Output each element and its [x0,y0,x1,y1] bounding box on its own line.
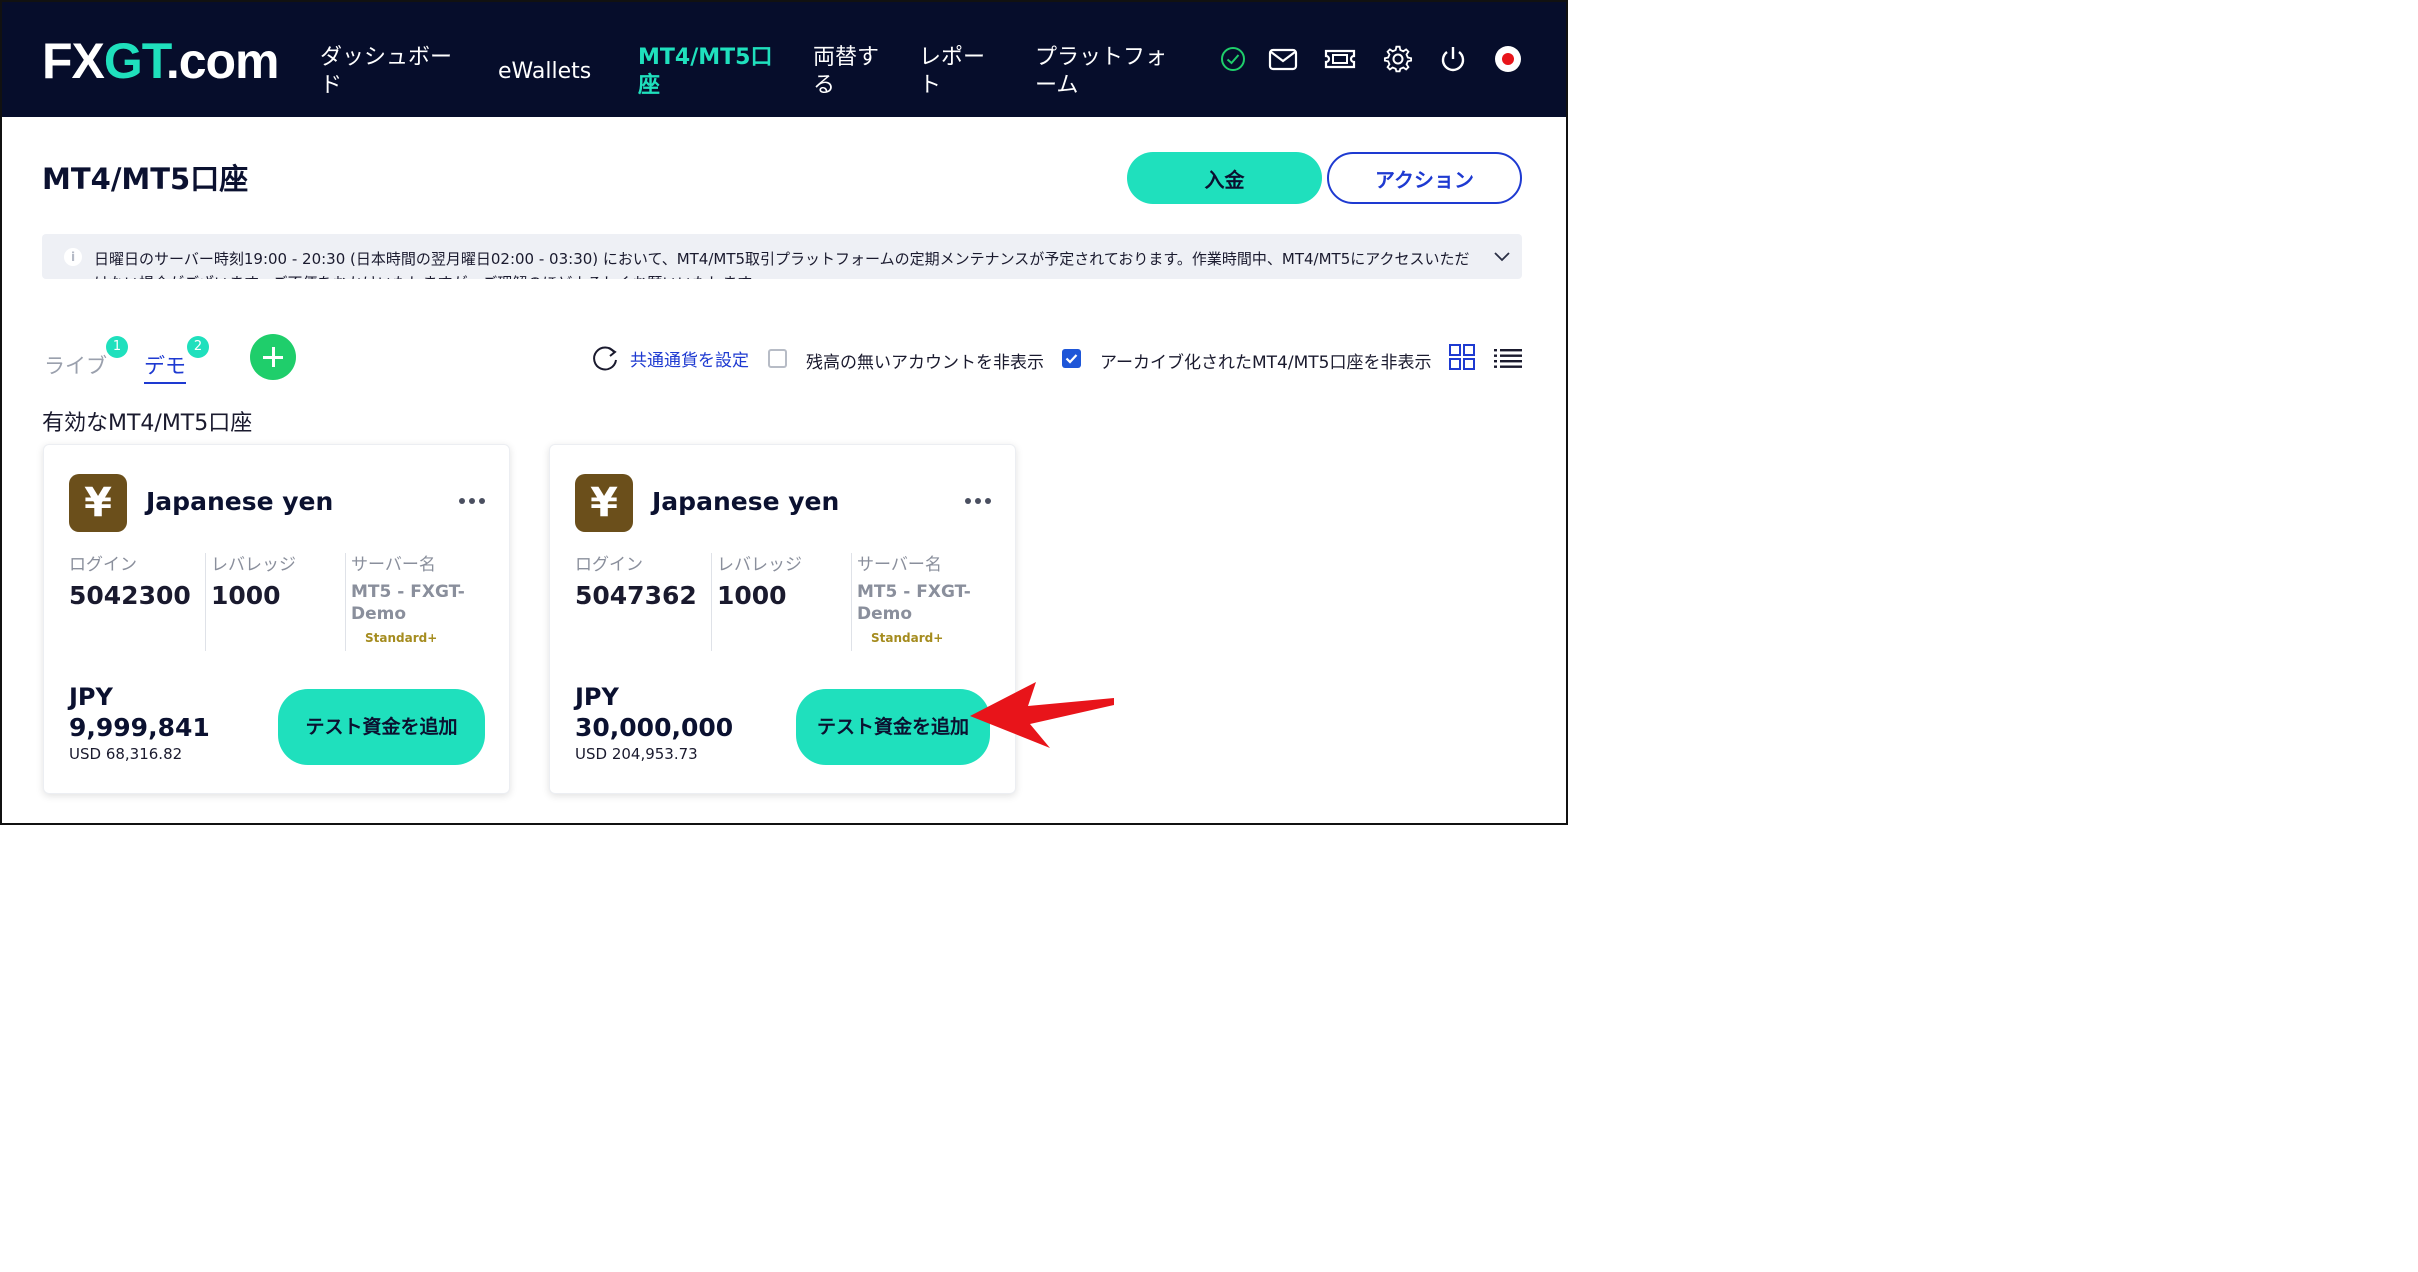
login-label: ログイン [575,555,643,575]
leverage-label: レバレッジ [717,555,802,575]
login-column: ログイン 5047362 [575,553,697,612]
leverage-column: レバレッジ 1000 [211,553,296,612]
leverage-column: レバレッジ 1000 [717,553,802,612]
hide-archived-label: アーカイブ化されたMT4/MT5口座を非表示 [1100,353,1432,373]
add-test-funds-button[interactable]: テスト資金を追加 [796,689,990,765]
checkmark-icon [1065,354,1078,364]
grid-view-icon[interactable] [1449,344,1475,370]
list-view-icon[interactable] [1494,348,1522,368]
japan-flag-icon[interactable] [1491,42,1525,76]
column-divider [711,553,712,651]
balance-usd: USD 68,316.82 [69,745,183,763]
mail-icon[interactable] [1266,42,1300,76]
server-value: MT5 - FXGT-Demo [351,582,465,624]
settings-gear-icon[interactable] [1381,42,1415,76]
account-type-badge: Standard+ [871,631,944,645]
top-navigation-bar: FXGT.com ダッシュボード eWallets MT4/MT5口座 両替する… [0,0,1568,117]
login-value: 5047362 [575,581,697,610]
balance-currency: JPY [69,683,113,711]
fxgt-logo[interactable]: FXGT.com [42,36,280,86]
column-divider [851,553,852,651]
add-test-funds-button[interactable]: テスト資金を追加 [278,689,485,765]
server-label: サーバー名 [857,555,942,575]
more-options-icon[interactable] [458,497,486,505]
account-card: ¥ Japanese yen ログイン 5047362 レバレッジ 1000 サ… [549,444,1016,794]
login-label: ログイン [69,555,137,575]
nav-dashboard[interactable]: ダッシュボード [320,44,452,100]
balance-amount: 30,000,000 [575,713,734,742]
tab-live[interactable]: ライブ [44,350,107,380]
add-account-button[interactable] [250,334,296,380]
balance-currency: JPY [575,683,619,711]
yen-icon: ¥ [575,474,633,532]
action-button[interactable]: アクション [1327,152,1522,204]
maintenance-notice: i 日曜日のサーバー時刻19:00 - 20:30 (日本時間の翌月曜日02:0… [42,234,1522,279]
account-currency-name: Japanese yen [146,487,334,516]
deposit-button[interactable]: 入金 [1127,152,1322,204]
nav-reports[interactable]: レポート [919,44,985,100]
tab-demo-count-badge: 2 [187,336,209,358]
active-accounts-heading: 有効なMT4/MT5口座 [42,411,253,436]
maintenance-notice-text: 日曜日のサーバー時刻19:00 - 20:30 (日本時間の翌月曜日02:00 … [94,250,1470,279]
leverage-value: 1000 [211,581,281,610]
login-column: ログイン 5042300 [69,553,191,612]
nav-mt4-mt5-accounts[interactable]: MT4/MT5口座 [638,44,772,100]
account-currency-name: Japanese yen [652,487,840,516]
account-type-badge: Standard+ [365,631,438,645]
server-column: サーバー名 MT5 - FXGT-Demo Standard+ [857,553,987,645]
more-options-icon[interactable] [964,497,992,505]
chevron-down-icon[interactable] [1494,250,1510,262]
server-value: MT5 - FXGT-Demo [857,582,971,624]
balance-usd: USD 204,953.73 [575,745,698,763]
refresh-icon[interactable] [590,344,620,372]
hide-zero-balance-checkbox[interactable] [768,349,787,368]
yen-icon: ¥ [69,474,127,532]
leverage-value: 1000 [717,581,787,610]
power-icon[interactable] [1436,42,1470,76]
page-title: MT4/MT5口座 [42,162,249,196]
nav-platforms[interactable]: プラットフォ ーム [1035,44,1167,100]
hide-zero-balance-label: 残高の無いアカウントを非表示 [806,353,1044,373]
nav-exchange[interactable]: 両替する [813,44,879,100]
column-divider [345,553,346,651]
set-common-currency-link[interactable]: 共通通貨を設定 [630,346,749,371]
verified-check-icon[interactable] [1216,42,1250,76]
annotation-arrow-icon [970,682,1114,748]
leverage-label: レバレッジ [211,555,296,575]
server-column: サーバー名 MT5 - FXGT-Demo Standard+ [351,553,481,645]
login-value: 5042300 [69,581,191,610]
balance-amount: 9,999,841 [69,713,210,742]
account-card: ¥ Japanese yen ログイン 5042300 レバレッジ 1000 サ… [43,444,510,794]
tab-live-count-badge: 1 [106,336,128,358]
info-icon: i [64,248,82,266]
hide-archived-checkbox[interactable] [1062,349,1081,368]
ticket-icon[interactable] [1323,42,1357,76]
server-label: サーバー名 [351,555,436,575]
nav-ewallets[interactable]: eWallets [498,58,591,86]
column-divider [205,553,206,651]
tab-demo[interactable]: デモ [144,350,186,384]
